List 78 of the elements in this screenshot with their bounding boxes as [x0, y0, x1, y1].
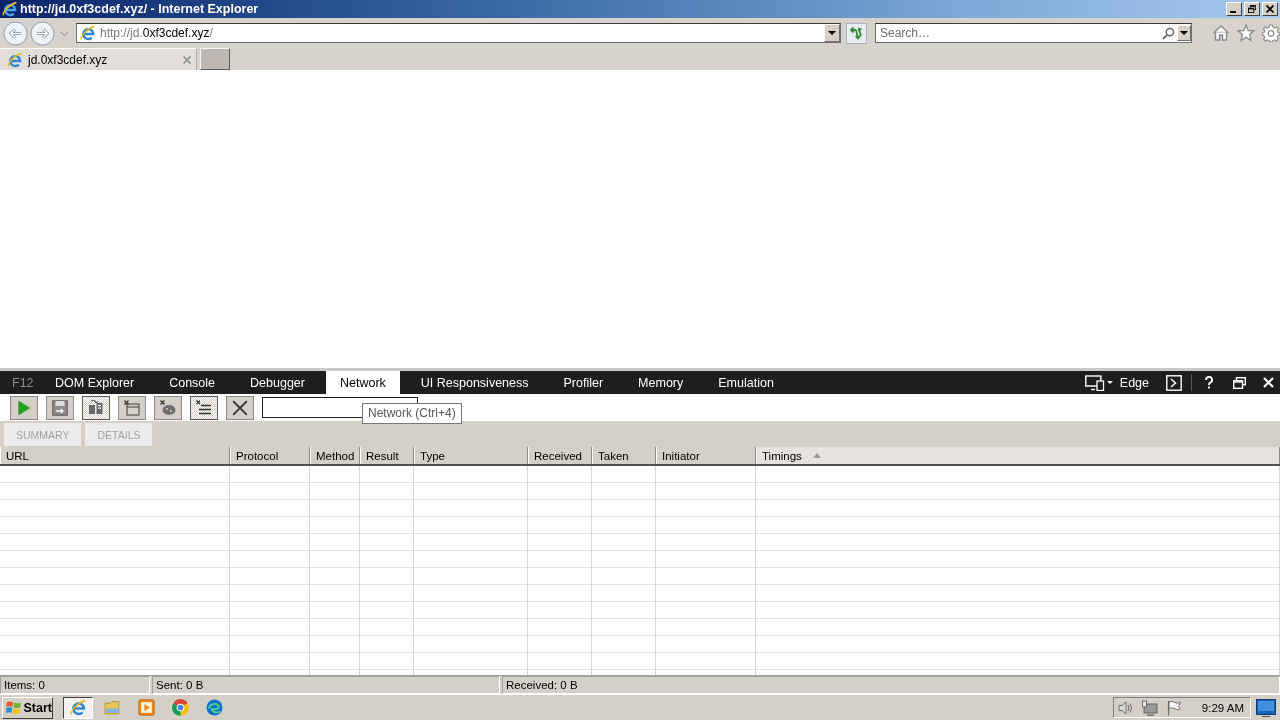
column-header[interactable]: Timings — [756, 447, 1280, 464]
start-button[interactable]: Start — [2, 696, 53, 719]
folder-icon — [103, 699, 121, 716]
column-header[interactable]: Taken — [592, 447, 656, 464]
play-tile-icon — [137, 699, 155, 716]
restore-icon — [1248, 5, 1256, 13]
devtools-label: F12 — [12, 374, 35, 392]
column-header[interactable]: Result — [360, 447, 414, 464]
flag-icon[interactable] — [1165, 699, 1182, 716]
restore-icon[interactable] — [1233, 376, 1246, 389]
devtools-tab[interactable]: UI Responsiveness — [406, 371, 543, 394]
e-logo-icon — [2, 1, 18, 17]
status-panel: Received: 0 B — [502, 676, 1280, 694]
search-field[interactable]: Search… — [875, 23, 1192, 43]
toolbar-button[interactable] — [118, 395, 146, 420]
devtools-tab[interactable]: Emulation — [704, 371, 788, 394]
speaker-icon[interactable] — [1117, 699, 1134, 716]
column-header[interactable]: URL — [0, 447, 230, 464]
list-cross-icon — [196, 399, 212, 416]
home-icon[interactable] — [1212, 24, 1230, 42]
minimize-button[interactable] — [1226, 2, 1242, 16]
clock: 9:29 AM — [1201, 701, 1244, 714]
cross-icon — [232, 399, 248, 416]
taskbar-button[interactable] — [63, 696, 93, 719]
monitor-phone-icon — [1084, 374, 1105, 391]
address-field[interactable]: http://jd.0xf3cdef.xyz/ — [76, 23, 841, 43]
sort-arrow-icon — [812, 453, 821, 458]
console-icon[interactable] — [1166, 374, 1182, 391]
swirl-icon — [205, 699, 223, 716]
star-icon[interactable] — [1237, 24, 1255, 42]
caret-icon — [1106, 381, 1113, 384]
window-title: http://jd.0xf3cdef.xyz/ - Internet Explorer — [20, 2, 259, 16]
document-mode-dropdown[interactable]: Edge — [1084, 371, 1149, 394]
help-icon[interactable] — [1205, 376, 1213, 389]
column-header[interactable]: Protocol — [230, 447, 310, 464]
search-icon[interactable] — [1162, 26, 1175, 40]
devtools-tab[interactable]: Network — [325, 371, 400, 394]
toolbar-button[interactable] — [226, 395, 254, 420]
dropdown-button[interactable] — [824, 24, 840, 42]
save-icon — [52, 399, 68, 416]
devtools-tab[interactable]: Console — [155, 371, 230, 394]
browser-tab[interactable]: jd.0xf3cdef.xyz — [0, 48, 197, 70]
computer-icon[interactable] — [1141, 699, 1158, 716]
box-cross-icon — [124, 399, 140, 416]
close-icon — [1266, 5, 1274, 13]
tricolor-circle-icon — [171, 699, 189, 716]
toolbar-button[interactable] — [82, 395, 110, 420]
refresh-button[interactable] — [846, 22, 867, 44]
devtools-tab[interactable]: DOM Explorer — [41, 371, 149, 394]
documents-icon — [88, 399, 104, 416]
settings-icon[interactable] — [1262, 24, 1280, 42]
column-header[interactable]: Initiator — [656, 447, 756, 464]
devtools-tab[interactable]: Profiler — [549, 371, 618, 394]
restore-button[interactable] — [1244, 2, 1260, 16]
dropdown-button[interactable] — [1177, 25, 1191, 41]
close-button[interactable] — [1262, 2, 1278, 16]
tooltip: Network (Ctrl+4) — [362, 403, 462, 424]
toolbar-button[interactable] — [190, 395, 218, 420]
play-icon — [16, 399, 32, 416]
flag-logo-icon — [6, 700, 22, 715]
caret-icon — [1180, 31, 1188, 35]
cookie-icon — [160, 399, 176, 416]
status-panel: Items: 0 — [0, 676, 150, 694]
e-logo-icon — [80, 25, 96, 41]
arrows-icon — [849, 26, 864, 40]
tab-title: jd.0xf3cdef.xyz — [28, 52, 108, 67]
column-header[interactable]: Method — [310, 447, 360, 464]
show-desktop-icon[interactable] — [1256, 698, 1276, 717]
column-header[interactable]: Type — [414, 447, 528, 464]
devtools-tab[interactable]: Debugger — [236, 371, 319, 394]
new-tab-button[interactable] — [200, 48, 230, 70]
e-logo-icon — [69, 699, 87, 716]
devtools-tab[interactable]: Memory — [624, 371, 698, 394]
e-logo-icon — [7, 51, 23, 68]
status-panel: Sent: 0 B — [152, 676, 500, 694]
column-header[interactable]: Received — [528, 447, 592, 464]
search-input[interactable]: Search… — [876, 25, 1162, 41]
caret-icon — [828, 31, 836, 35]
